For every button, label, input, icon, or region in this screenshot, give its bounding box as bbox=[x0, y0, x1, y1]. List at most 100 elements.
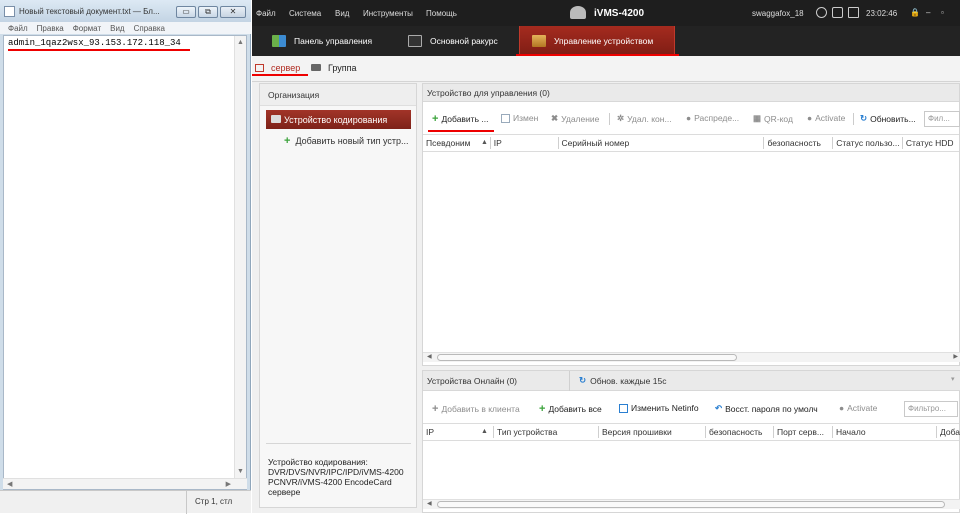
add-icon: + bbox=[432, 113, 439, 125]
distribute-icon: ● bbox=[686, 113, 692, 123]
delete-icon: ✖ bbox=[551, 113, 559, 123]
notepad-menubar: Файл Правка Формат Вид Справка bbox=[0, 22, 251, 34]
edit-netinfo-label: Изменить Netinfo bbox=[631, 403, 699, 413]
add-device-button[interactable]: + Добавить ... bbox=[432, 113, 488, 125]
scrollbar-thumb[interactable] bbox=[437, 501, 945, 508]
add-to-client-button[interactable]: + Добавить в клиента bbox=[432, 403, 520, 415]
col-server-port[interactable]: Порт серв... bbox=[774, 426, 833, 438]
edit-device-button[interactable]: Измен bbox=[501, 113, 538, 123]
edit-icon bbox=[619, 403, 628, 413]
delete-device-button[interactable]: ✖ Удаление bbox=[551, 113, 599, 124]
scroll-right-icon[interactable]: ▶ bbox=[226, 480, 231, 488]
col-firmware[interactable]: Версия прошивки bbox=[599, 426, 706, 438]
online-devices-panel: Устройства Онлайн (0) ↻ Обнов. каждые 15… bbox=[422, 370, 960, 513]
sort-asc-icon[interactable]: ▲ bbox=[481, 139, 488, 146]
online-devices-scrollbar[interactable]: ◀ bbox=[423, 499, 960, 509]
subtab-server[interactable]: сервер bbox=[271, 63, 300, 73]
col-ip[interactable]: IP bbox=[491, 137, 559, 149]
ivms-minimize-button[interactable]: – bbox=[926, 8, 930, 17]
col-added[interactable]: Доба bbox=[937, 426, 960, 438]
grid-icon[interactable] bbox=[848, 7, 859, 18]
bulb-icon: ● bbox=[839, 403, 845, 413]
managed-devices-header: Псевдоним IP Серийный номер безопасность… bbox=[423, 137, 960, 149]
ivms-subtabs: сервер Группа bbox=[252, 56, 960, 82]
edit-netinfo-button[interactable]: Изменить Netinfo bbox=[619, 403, 699, 413]
notepad-content: admin_1qaz2wsx_93.153.172.118_34 bbox=[8, 38, 181, 48]
add-to-client-label: Добавить в клиента bbox=[441, 404, 520, 414]
ivms-menu-view[interactable]: Вид bbox=[335, 9, 349, 18]
delete-device-label: Удаление bbox=[561, 113, 600, 124]
qr-code-button[interactable]: ▦ QR-код bbox=[753, 113, 793, 124]
maximize-button[interactable]: ⧉ bbox=[198, 6, 218, 18]
help-icon[interactable] bbox=[816, 7, 827, 18]
close-button[interactable]: ✕ bbox=[220, 6, 246, 18]
subtab-group[interactable]: Группа bbox=[328, 63, 357, 73]
col-serial[interactable]: Серийный номер bbox=[559, 137, 765, 149]
notepad-statusbar: Стр 1, стл bbox=[0, 490, 251, 514]
tab-device-management[interactable]: Управление устройством bbox=[519, 26, 675, 56]
encoding-device-icon bbox=[271, 115, 281, 123]
tab-main-view[interactable]: Основной ракурс bbox=[396, 26, 516, 56]
organization-title: Организация bbox=[268, 89, 320, 100]
lock-icon[interactable]: 🔒 bbox=[910, 8, 920, 17]
notepad-horizontal-scrollbar[interactable]: ◀ ▶ bbox=[3, 478, 247, 489]
col-device-type[interactable]: Тип устройства bbox=[494, 426, 599, 438]
notepad-text-area[interactable]: admin_1qaz2wsx_93.153.172.118_34 ▲ ▼ bbox=[3, 35, 247, 490]
qr-code-label: QR-код bbox=[764, 113, 793, 124]
menu-help[interactable]: Справка bbox=[134, 24, 165, 33]
distribute-button[interactable]: ● Распреде... bbox=[686, 113, 739, 123]
server-icon bbox=[255, 64, 264, 72]
ivms-menu-tools[interactable]: Инструменты bbox=[363, 9, 413, 18]
red-underline-annotation bbox=[252, 74, 308, 76]
menu-view[interactable]: Вид bbox=[110, 24, 124, 33]
tab-control-panel[interactable]: Панель управления bbox=[260, 26, 390, 56]
col-hdd-status[interactable]: Статус HDD bbox=[903, 137, 960, 149]
ivms-menu-file[interactable]: Файл bbox=[256, 9, 276, 18]
remote-config-button[interactable]: ✲ Удал. кон... bbox=[617, 113, 672, 124]
minimize-button[interactable]: ▭ bbox=[176, 6, 196, 18]
activate-button[interactable]: ● Activate bbox=[807, 113, 845, 123]
scroll-up-icon[interactable]: ▲ bbox=[235, 39, 246, 46]
add-icon: + bbox=[539, 403, 546, 415]
scroll-right-icon[interactable]: ▶ bbox=[953, 353, 958, 360]
menu-format[interactable]: Формат bbox=[73, 24, 101, 33]
col-security[interactable]: безопасность bbox=[764, 137, 834, 149]
online-filter-input[interactable]: Фильтро... bbox=[904, 401, 958, 417]
org-footer-description: Устройство кодирования: DVR/DVS/NVR/IPC/… bbox=[268, 457, 404, 497]
menu-file[interactable]: Файл bbox=[8, 24, 28, 33]
scroll-left-icon[interactable]: ◀ bbox=[427, 353, 432, 360]
add-all-button[interactable]: + Добавить все bbox=[539, 403, 602, 415]
collapse-icon[interactable]: ▾ bbox=[951, 375, 955, 383]
tab-main-view-label: Основной ракурс bbox=[430, 36, 498, 46]
refresh-icon: ↻ bbox=[860, 113, 868, 123]
org-item-encoding-device-label: Устройство кодирования bbox=[284, 114, 388, 125]
menu-edit[interactable]: Правка bbox=[37, 24, 64, 33]
col-security[interactable]: безопасность bbox=[706, 426, 774, 438]
scroll-left-icon[interactable]: ◀ bbox=[427, 500, 432, 507]
refresh-button[interactable]: ↻ Обновить... bbox=[860, 113, 916, 124]
filter-input[interactable]: Фил... bbox=[924, 111, 960, 127]
scroll-down-icon[interactable]: ▼ bbox=[235, 468, 246, 475]
online-activate-button[interactable]: ● Activate bbox=[839, 403, 877, 413]
status-position: Стр 1, стл bbox=[195, 497, 233, 506]
col-user-status[interactable]: Статус пользо... bbox=[833, 137, 903, 149]
lock-screen-icon[interactable] bbox=[832, 7, 843, 18]
ivms-menu-help[interactable]: Помощь bbox=[426, 9, 457, 18]
managed-devices-panel: Устройство для управления (0) + Добавить… bbox=[422, 83, 960, 366]
add-device-label: Добавить ... bbox=[441, 114, 489, 124]
managed-devices-scrollbar[interactable]: ◀ ▶ bbox=[423, 352, 960, 362]
notepad-vertical-scrollbar[interactable]: ▲ ▼ bbox=[234, 36, 246, 489]
ivms-maximize-button[interactable]: ▫ bbox=[941, 8, 944, 17]
reset-password-button[interactable]: ↶ Восст. пароля по умолч bbox=[715, 403, 818, 414]
ivms-menu-system[interactable]: Система bbox=[289, 9, 321, 18]
notepad-icon bbox=[4, 5, 15, 17]
sort-asc-icon[interactable]: ▲ bbox=[481, 428, 488, 435]
scroll-left-icon[interactable]: ◀ bbox=[7, 480, 12, 488]
org-item-encoding-device[interactable]: Устройство кодирования bbox=[266, 110, 411, 129]
managed-devices-title: Устройство для управления (0) bbox=[427, 87, 550, 98]
col-start[interactable]: Начало bbox=[833, 426, 937, 438]
org-item-add-type[interactable]: + Добавить новый тип устр... bbox=[284, 135, 409, 147]
scrollbar-thumb[interactable] bbox=[437, 354, 737, 361]
edit-device-label: Измен bbox=[513, 113, 539, 123]
ivms-app-title: iVMS-4200 bbox=[594, 8, 645, 19]
